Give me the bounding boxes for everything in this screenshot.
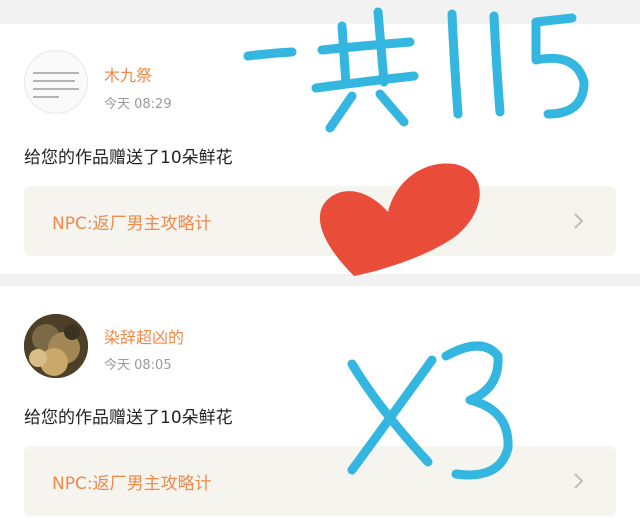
work-link-card[interactable]: NPC:返厂男主攻略计 bbox=[24, 446, 616, 516]
photo-avatar-icon bbox=[24, 314, 88, 378]
notification-message: 给您的作品赠送了10朵鲜花 bbox=[24, 148, 233, 168]
username[interactable]: 木九祭 bbox=[104, 62, 152, 86]
notification-message: 给您的作品赠送了10朵鲜花 bbox=[24, 408, 233, 428]
chevron-right-icon bbox=[574, 473, 584, 489]
top-separator bbox=[0, 0, 640, 24]
timestamp: 今天 08:29 bbox=[104, 97, 172, 112]
username[interactable]: 染辞超凶的 bbox=[104, 324, 184, 348]
item-separator bbox=[0, 274, 640, 286]
user-avatar[interactable] bbox=[24, 50, 88, 114]
text-image-avatar-icon bbox=[25, 51, 87, 113]
work-link-card[interactable]: NPC:返厂男主攻略计 bbox=[24, 186, 616, 256]
timestamp: 今天 08:05 bbox=[104, 358, 172, 373]
work-title: NPC:返厂男主攻略计 bbox=[52, 474, 212, 494]
handwritten-total-115-icon bbox=[243, 7, 589, 133]
chevron-right-icon bbox=[574, 213, 584, 229]
user-avatar[interactable] bbox=[24, 314, 88, 378]
work-title: NPC:返厂男主攻略计 bbox=[52, 214, 212, 234]
